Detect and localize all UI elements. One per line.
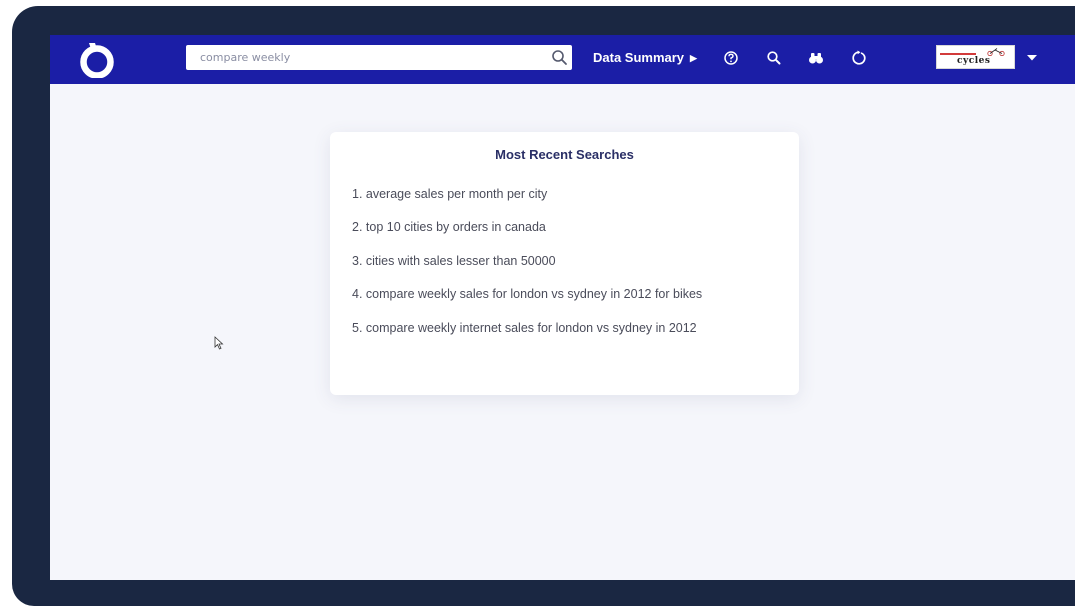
brand-name: cycles bbox=[957, 56, 991, 66]
logo-stripe bbox=[940, 53, 976, 55]
app-logo[interactable] bbox=[80, 40, 114, 78]
data-summary-menu[interactable]: Data Summary ▶ bbox=[593, 50, 697, 65]
search-icon[interactable] bbox=[766, 50, 782, 66]
recent-search-item[interactable]: 1. average sales per month per city bbox=[352, 187, 702, 220]
search-icon[interactable] bbox=[551, 49, 568, 66]
data-summary-label: Data Summary bbox=[593, 50, 685, 65]
chevron-down-icon[interactable] bbox=[1026, 54, 1038, 62]
recent-searches-list: 1. average sales per month per city 2. t… bbox=[352, 187, 702, 354]
refresh-icon[interactable] bbox=[851, 50, 867, 66]
recent-searches-card: Most Recent Searches 1. average sales pe… bbox=[330, 132, 799, 395]
recent-search-item[interactable]: 4. compare weekly sales for london vs sy… bbox=[352, 287, 702, 320]
device-bezel: Data Summary ▶ bbox=[12, 6, 1075, 606]
search-input[interactable] bbox=[200, 45, 540, 70]
search-bar bbox=[186, 45, 572, 70]
recent-search-item[interactable]: 2. top 10 cities by orders in canada bbox=[352, 220, 702, 253]
top-navbar: Data Summary ▶ bbox=[50, 35, 1075, 84]
recent-search-item[interactable]: 5. compare weekly internet sales for lon… bbox=[352, 321, 702, 354]
binoculars-icon[interactable] bbox=[808, 50, 824, 66]
cyclist-icon bbox=[987, 48, 1005, 56]
caret-right-icon: ▶ bbox=[690, 53, 697, 63]
recent-search-item[interactable]: 3. cities with sales lesser than 50000 bbox=[352, 254, 702, 287]
company-logo[interactable]: cycles bbox=[936, 45, 1015, 69]
recent-searches-title: Most Recent Searches bbox=[495, 147, 634, 162]
app-screen: Data Summary ▶ bbox=[50, 35, 1075, 580]
mouse-cursor-icon bbox=[214, 336, 224, 350]
help-icon[interactable] bbox=[723, 50, 739, 66]
